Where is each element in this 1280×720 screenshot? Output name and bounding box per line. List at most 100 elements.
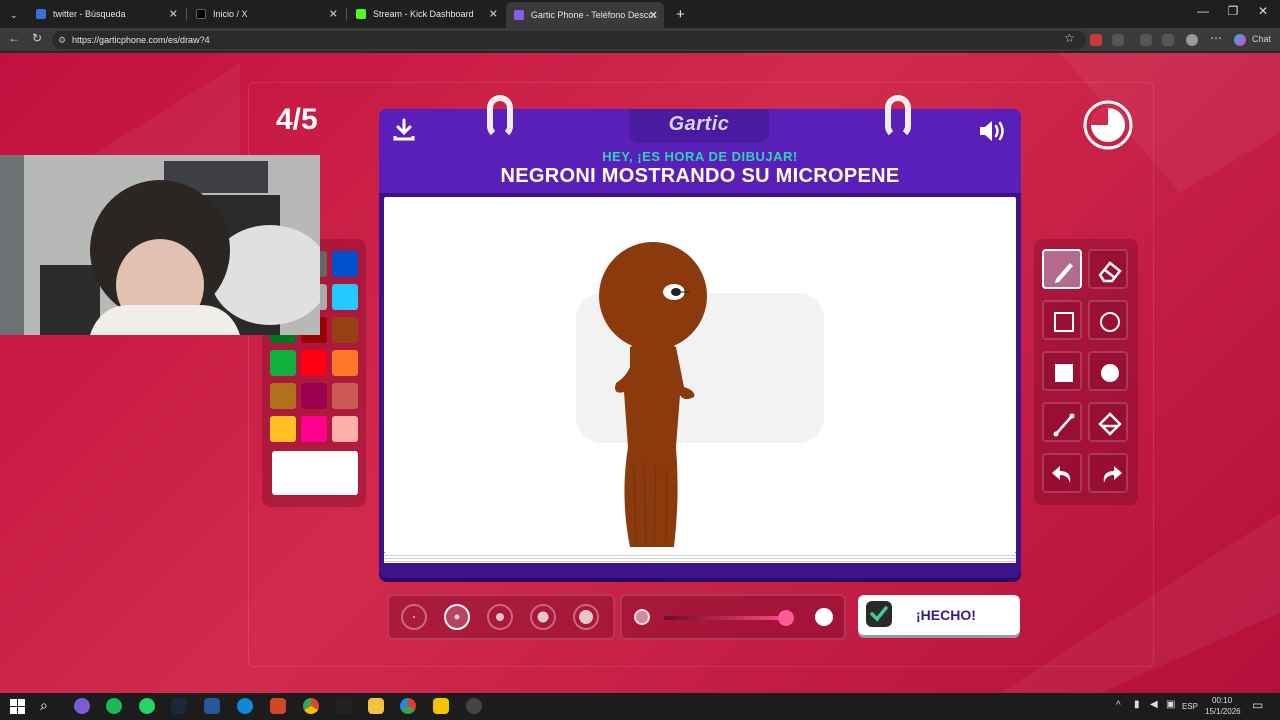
copilot-icon[interactable] — [1234, 34, 1246, 46]
rectangle-outline-tool-button[interactable] — [1042, 300, 1082, 340]
color-swatch[interactable] — [270, 350, 296, 376]
clock-date: 15/1/2026 — [1205, 707, 1241, 716]
edge-icon[interactable] — [237, 698, 253, 714]
minimize-button[interactable]: — — [1188, 4, 1218, 18]
close-window-button[interactable]: ✕ — [1248, 4, 1278, 18]
undo-icon — [1052, 466, 1071, 483]
round-counter: 4/5 — [276, 103, 318, 136]
extension-icon[interactable] — [1090, 34, 1102, 46]
brush-size-option[interactable] — [573, 604, 599, 630]
x-logo-icon — [196, 9, 206, 19]
battery-icon[interactable]: ▮ — [1134, 699, 1140, 710]
url-field[interactable]: ⚙ https://garticphone.com/es/draw?4 — [52, 31, 1086, 49]
brush-size-option[interactable] — [530, 604, 556, 630]
line-tool-button[interactable] — [1042, 402, 1082, 442]
game-page: 4/5 Gartic HEY, ¡ES HORA DE DIBUJAR! NEG… — [0, 53, 1280, 693]
chat-label[interactable]: Chat — [1252, 34, 1271, 44]
color-swatch[interactable] — [301, 416, 327, 442]
undo-tool-button[interactable] — [1042, 453, 1082, 493]
color-swatch[interactable] — [301, 383, 327, 409]
network-icon[interactable]: ▣ — [1166, 699, 1175, 710]
close-icon[interactable]: ✕ — [169, 8, 178, 21]
back-arrow-icon[interactable]: ← — [8, 31, 20, 45]
word-icon[interactable] — [204, 698, 220, 714]
tab-gartic-phone[interactable]: Gartic Phone - Teléfono Descomp ✕ — [506, 2, 664, 28]
profile-avatar[interactable] — [1186, 34, 1198, 46]
tab-twitter-search[interactable]: twitter - Búsqueda ✕ — [28, 3, 184, 25]
tab-title: twitter - Búsqueda — [53, 9, 126, 19]
color-swatch[interactable] — [270, 383, 296, 409]
steam-icon[interactable] — [171, 698, 187, 714]
bucket-tool-button[interactable] — [1088, 402, 1128, 442]
brush-size-option[interactable] — [444, 604, 470, 630]
maximize-button[interactable]: ❐ — [1218, 4, 1248, 18]
paint-bucket-icon — [1098, 412, 1122, 436]
file-explorer-icon[interactable] — [368, 698, 384, 714]
pencil-tool-button[interactable] — [1042, 249, 1082, 289]
ellipse-outline-tool-button[interactable] — [1088, 300, 1128, 340]
site-info-icon[interactable]: ⚙ — [58, 31, 66, 49]
favorites-icon[interactable] — [1162, 34, 1174, 46]
color-swatch[interactable] — [332, 251, 358, 277]
ellipse-fill-tool-button[interactable] — [1088, 351, 1128, 391]
tab-list-button[interactable]: ⌄ — [2, 4, 24, 26]
tab-kick-dashboard[interactable]: Stream - Kick Dashboard ✕ — [348, 3, 504, 25]
drawing-canvas[interactable] — [384, 197, 1016, 553]
more-options-icon[interactable]: ⋯ — [1210, 31, 1222, 45]
brush-size-option[interactable] — [401, 604, 427, 630]
color-swatch[interactable] — [332, 317, 358, 343]
new-tab-button[interactable]: + — [668, 3, 690, 25]
rectangle-fill-icon — [1055, 364, 1073, 382]
windows-start-icon[interactable] — [10, 699, 25, 714]
chrome-icon[interactable] — [303, 698, 319, 714]
app-icon[interactable] — [400, 698, 416, 714]
gartic-logo: Gartic — [668, 113, 730, 135]
app-icon[interactable] — [433, 698, 449, 714]
done-button[interactable]: ¡HECHO! — [858, 595, 1020, 635]
circle-outline-icon — [1100, 312, 1120, 332]
volume-icon — [980, 121, 1004, 141]
opacity-slider[interactable] — [620, 594, 846, 640]
chevron-down-icon: ⌄ — [10, 9, 18, 20]
close-icon[interactable]: ✕ — [329, 8, 338, 21]
app-icon[interactable] — [336, 698, 352, 714]
close-icon[interactable]: ✕ — [649, 9, 658, 22]
brush-size-dot — [454, 614, 460, 620]
tool-panel — [1034, 239, 1138, 505]
star-icon[interactable]: ☆ — [1064, 31, 1075, 45]
reload-icon[interactable]: ↻ — [32, 31, 42, 45]
close-icon[interactable]: ✕ — [489, 8, 498, 21]
color-swatch[interactable] — [332, 416, 358, 442]
eraser-icon — [1098, 261, 1122, 283]
notifications-icon[interactable]: ▭ — [1252, 698, 1263, 712]
color-swatch[interactable] — [332, 383, 358, 409]
color-swatch[interactable] — [332, 284, 358, 310]
opacity-handle[interactable] — [778, 610, 794, 626]
chevron-up-icon[interactable]: ^ — [1116, 700, 1121, 711]
brush-size-dot — [496, 613, 504, 621]
speaker-icon[interactable]: ◀ — [1150, 699, 1158, 710]
redo-tool-button[interactable] — [1088, 453, 1128, 493]
volume-button[interactable] — [977, 117, 1009, 150]
color-swatch[interactable] — [301, 350, 327, 376]
download-button[interactable] — [391, 117, 417, 148]
tab-title: Stream - Kick Dashboard — [373, 9, 474, 19]
opacity-max-icon — [815, 608, 833, 626]
windows-taskbar: ⌕ ^ ▮ ◀ ▣ ESP 00:10 15/1/2026 ▭ — [0, 693, 1280, 720]
eraser-tool-button[interactable] — [1088, 249, 1128, 289]
kick-logo-icon — [356, 9, 366, 19]
brush-size-option[interactable] — [487, 604, 513, 630]
refresh-extension-icon[interactable] — [1112, 34, 1124, 46]
powerpoint-icon[interactable] — [270, 698, 286, 714]
copilot-taskbar-icon[interactable] — [74, 698, 90, 714]
color-swatch[interactable] — [332, 350, 358, 376]
search-icon[interactable]: ⌕ — [40, 697, 48, 714]
color-swatch[interactable] — [270, 416, 296, 442]
whatsapp-icon[interactable] — [139, 698, 155, 714]
extensions-icon[interactable] — [1140, 34, 1152, 46]
language-indicator[interactable]: ESP — [1182, 702, 1198, 711]
obs-icon[interactable] — [466, 698, 482, 714]
spotify-icon[interactable] — [106, 698, 122, 714]
rectangle-fill-tool-button[interactable] — [1042, 351, 1082, 391]
tab-x-home[interactable]: Inicio / X ✕ — [188, 3, 344, 25]
